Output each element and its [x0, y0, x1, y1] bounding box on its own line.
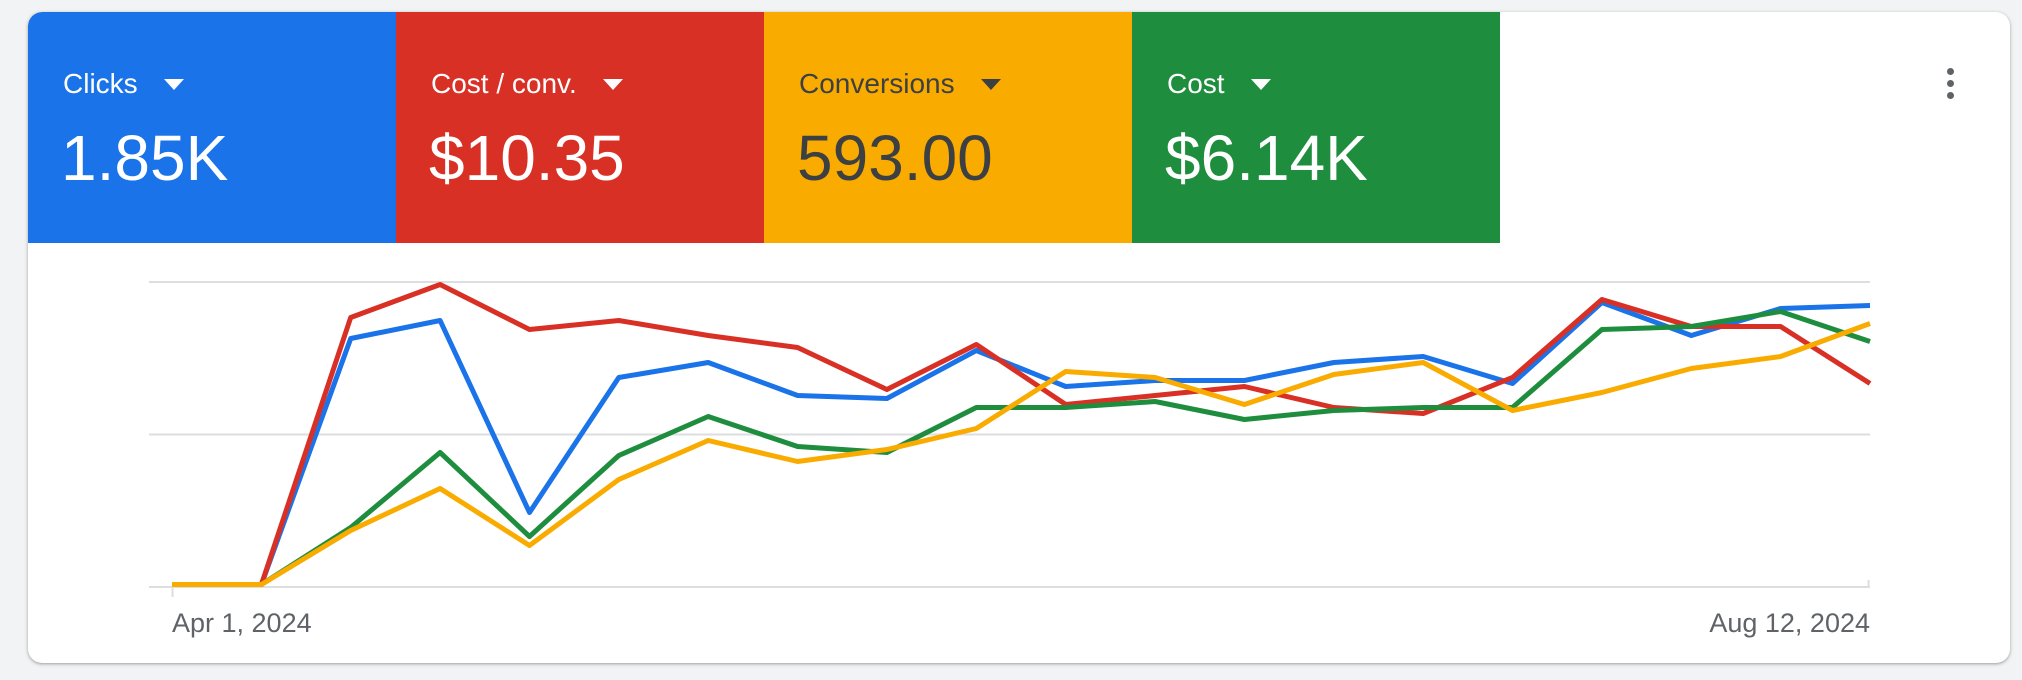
series-line-clicks — [172, 300, 1871, 587]
series-line-conversions — [172, 321, 1871, 587]
page-background: { "ui": { "more_options_icon": "vertical… — [0, 0, 2022, 680]
x-axis-start-label: Apr 1, 2024 — [172, 608, 312, 638]
series-line-cost — [172, 309, 1871, 587]
trend-chart-svg — [149, 281, 1872, 597]
overview-chart-card: Clicks 1.85K Cost / conv. $10.35 Convers… — [28, 12, 2010, 663]
x-axis-end-label: Aug 12, 2024 — [1709, 608, 1870, 638]
